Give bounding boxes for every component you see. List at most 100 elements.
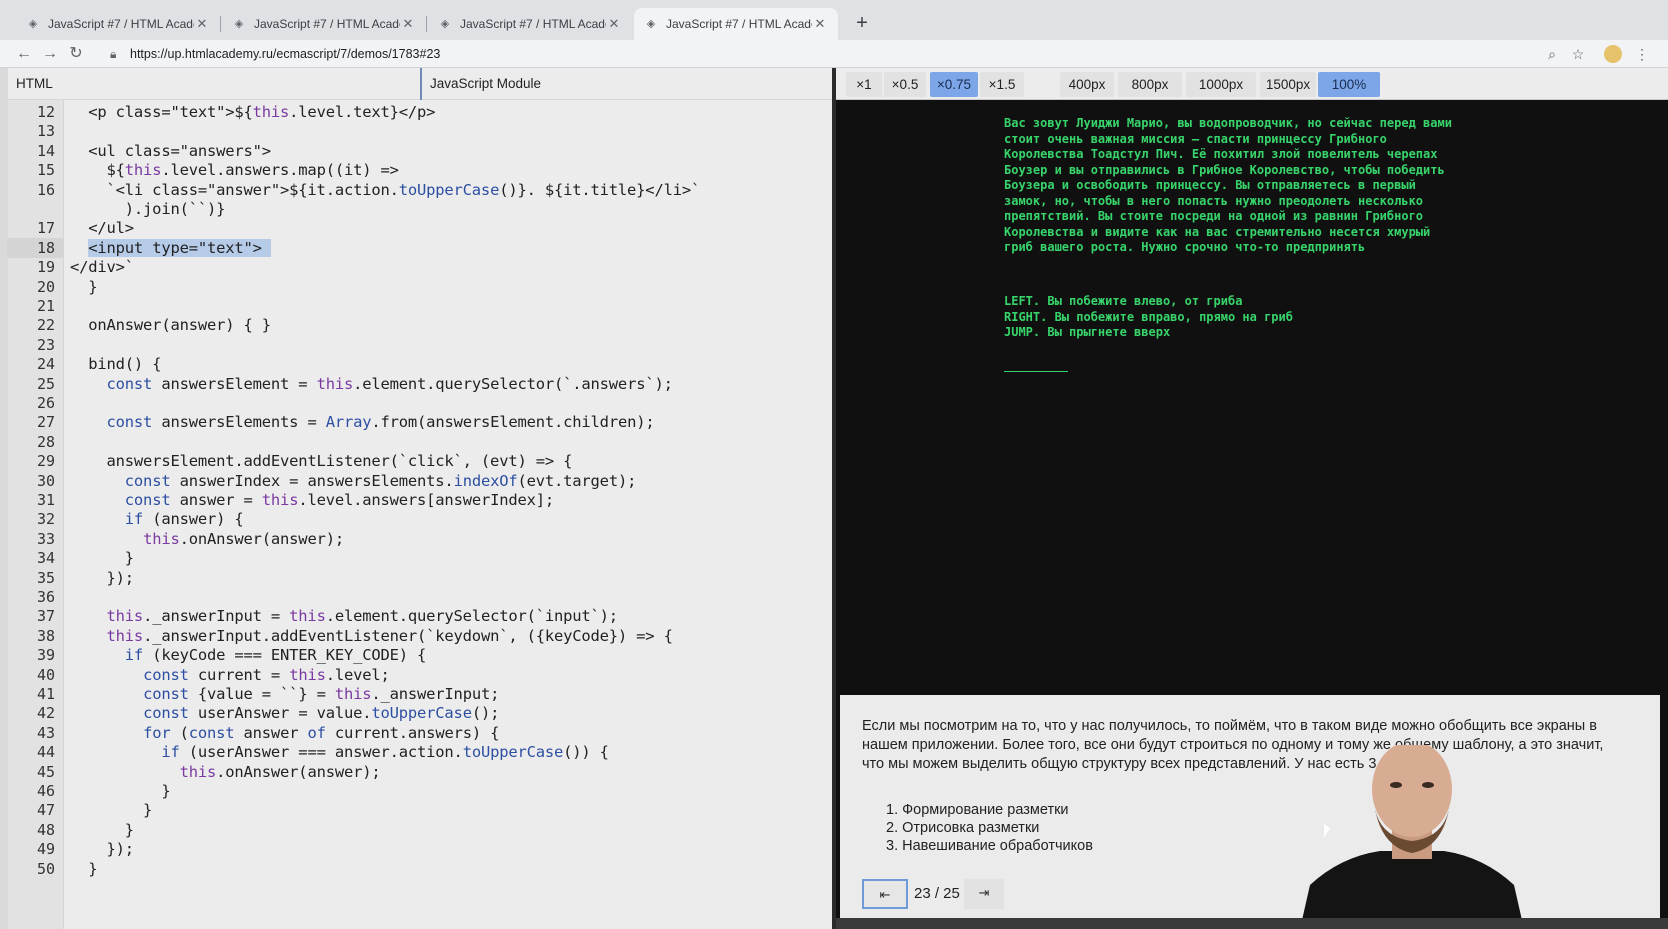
close-icon[interactable]: ✕ <box>606 16 622 32</box>
editor-tabs: HTML JavaScript Module <box>8 68 832 100</box>
scale-button[interactable]: ×1.5 <box>980 72 1024 97</box>
reload-icon[interactable]: ↻ <box>64 42 88 66</box>
code-line[interactable]: const answersElements = Array.from(answe… <box>70 412 655 432</box>
line-number: 26 <box>36 394 55 412</box>
game-text-line: стоит очень важная миссия — спасти принц… <box>1004 131 1387 146</box>
code-line[interactable]: if (keyCode === ENTER_KEY_CODE) { <box>70 645 427 665</box>
line-number: 40 <box>36 665 55 684</box>
bookmark-star-icon[interactable]: ☆ <box>1566 42 1590 66</box>
line-number: 35 <box>36 568 55 587</box>
address-bar[interactable]: https://up.htmlacademy.ru/ecmascript/7/d… <box>130 44 440 64</box>
tab-title: JavaScript #7 / HTML Academy <box>460 17 606 31</box>
code-line[interactable]: if (answer) { <box>70 509 244 529</box>
next-slide-button[interactable]: ⇥ <box>964 879 1004 909</box>
line-number: 39 <box>36 646 55 665</box>
code-line[interactable]: } <box>70 859 97 879</box>
slide-page-counter: 23 / 25 <box>914 885 960 902</box>
line-number: 44 <box>36 743 55 762</box>
scale-button[interactable]: ×0.75 <box>930 72 978 97</box>
code-line[interactable]: <ul class="answers"> <box>70 141 271 161</box>
new-tab-button[interactable]: + <box>848 10 876 38</box>
width-button[interactable]: 100% <box>1318 72 1380 97</box>
code-line[interactable]: bind() { <box>70 354 161 374</box>
browser-tab[interactable]: ◈ JavaScript #7 / HTML Academy✕ <box>222 8 426 40</box>
menu-icon[interactable]: ⋮ <box>1630 42 1654 66</box>
code-line[interactable]: ).join(``)} <box>70 199 226 219</box>
tab-html[interactable]: HTML <box>8 68 61 100</box>
game-text-line: препятствий. Вы стоите посреди на одной … <box>1004 209 1424 223</box>
code-line[interactable]: const current = this.level; <box>70 665 390 685</box>
code-line[interactable]: this._answerInput.addEventListener(`keyd… <box>70 626 673 646</box>
profile-avatar[interactable] <box>1604 45 1622 63</box>
slide-step: 1. Формирование разметки <box>886 802 1069 818</box>
scale-button[interactable]: ×0.5 <box>884 72 926 97</box>
browser-tab[interactable]: ◈ JavaScript #7 / HTML Academy✕ <box>16 8 220 40</box>
code-line[interactable]: </ul> <box>70 218 134 238</box>
answer-item[interactable]: LEFT. Вы побежите влево, от гриба <box>1004 294 1293 310</box>
tab-title: JavaScript #7 / HTML Academy <box>48 17 194 31</box>
line-number: 17 <box>36 219 55 238</box>
code-line[interactable]: ${this.level.answers.map((it) => <box>70 160 399 180</box>
code-line[interactable]: }); <box>70 839 135 859</box>
game-text-line: гриб вашего роста. Нужно срочно что-то п… <box>1004 240 1366 254</box>
browser-tab-strip: ◈JavaScript #7 / HTML Academy✕◈JavaScrip… <box>0 0 1668 40</box>
code-line[interactable]: } <box>70 548 134 568</box>
line-number: 50 <box>36 859 55 878</box>
code-line[interactable]: </div>` <box>70 257 134 277</box>
width-button[interactable]: 1000px <box>1186 72 1256 97</box>
code-area[interactable]: <p class="text">${this.level.text}</p> <… <box>70 100 830 929</box>
code-line[interactable]: `<li class="answer">${it.action.toUpperC… <box>70 180 701 200</box>
code-line[interactable]: onAnswer(answer) { } <box>70 315 271 335</box>
width-button[interactable]: 800px <box>1118 72 1182 97</box>
code-editor: HTML JavaScript Module 12 13 14 15 16 17 18 19 2… <box>7 68 832 929</box>
code-line[interactable]: const {value = ``} = this._answerInput; <box>70 684 499 704</box>
browser-tab[interactable]: ◈ JavaScript #7 / HTML Academy✕ <box>634 8 838 40</box>
code-line[interactable]: } <box>70 277 97 297</box>
code-line[interactable]: }); <box>70 568 135 588</box>
code-line[interactable]: } <box>70 800 152 820</box>
answer-input[interactable] <box>1004 358 1068 372</box>
code-line[interactable]: const answer = this.level.answers[answer… <box>70 490 554 510</box>
game-text-line: Королевства Тоадстул Пич. Её похитил зло… <box>1004 147 1438 161</box>
code-line[interactable]: this._answerInput = this.element.querySe… <box>70 606 619 626</box>
code-line[interactable]: <p class="text">${this.level.text}</p> <box>70 102 435 122</box>
game-text-line: замок, но, чтобы в него попасть нужно пр… <box>1004 193 1424 208</box>
game-text-line: Королевства и видите как на вас стремите… <box>1004 224 1431 239</box>
width-button[interactable]: 1500px <box>1260 72 1316 97</box>
tab-javascript-module[interactable]: JavaScript Module <box>420 68 549 100</box>
line-number: 37 <box>36 607 55 626</box>
close-icon[interactable]: ✕ <box>400 16 416 32</box>
line-number: 24 <box>36 355 55 374</box>
line-number: 21 <box>36 297 55 315</box>
code-line[interactable]: } <box>70 820 134 840</box>
slide-step: 2. Отрисовка разметки <box>886 820 1040 836</box>
browser-tab[interactable]: ◈ JavaScript #7 / HTML Academy✕ <box>428 8 632 40</box>
line-number: 25 <box>36 374 55 393</box>
scale-button[interactable]: ×1 <box>846 72 882 97</box>
preview-toolbar: ×1 ×0.5 ×0.75 ×1.5 400px 800px 1000px 1500px 100… <box>836 68 1668 100</box>
code-line[interactable]: for (const answer of current.answers) { <box>70 723 499 743</box>
close-icon[interactable]: ✕ <box>194 16 210 32</box>
code-line[interactable]: this.onAnswer(answer); <box>70 529 344 549</box>
code-line[interactable]: if (userAnswer === answer.action.toUpper… <box>70 742 609 762</box>
answer-item[interactable]: JUMP. Вы прыгнете вверх <box>1004 325 1293 341</box>
line-number: 45 <box>36 762 55 781</box>
code-line[interactable]: const answersElement = this.element.quer… <box>70 374 673 394</box>
code-line[interactable]: const answerIndex = answersElements.inde… <box>70 471 637 491</box>
code-line[interactable]: } <box>70 781 170 801</box>
line-number: 23 <box>36 335 55 354</box>
code-line[interactable]: answersElement.addEventListener(`click`,… <box>70 451 573 471</box>
preview-scrollbar[interactable] <box>836 918 1668 929</box>
back-icon[interactable]: ← <box>12 42 36 66</box>
answer-item[interactable]: RIGHT. Вы побежите вправо, прямо на гриб <box>1004 310 1293 326</box>
line-number: 31 <box>36 491 55 509</box>
zoom-icon[interactable]: ⌕ <box>1540 42 1564 66</box>
prev-slide-button[interactable]: ⇤ <box>862 879 908 909</box>
code-line[interactable]: <input type="text"> <box>70 238 271 258</box>
forward-icon[interactable]: → <box>38 42 62 66</box>
width-button[interactable]: 400px <box>1060 72 1114 97</box>
close-icon[interactable]: ✕ <box>812 16 828 32</box>
tab-separator <box>220 16 221 32</box>
code-line[interactable]: const userAnswer = value.toUpperCase(); <box>70 703 499 723</box>
code-line[interactable]: this.onAnswer(answer); <box>70 762 381 782</box>
